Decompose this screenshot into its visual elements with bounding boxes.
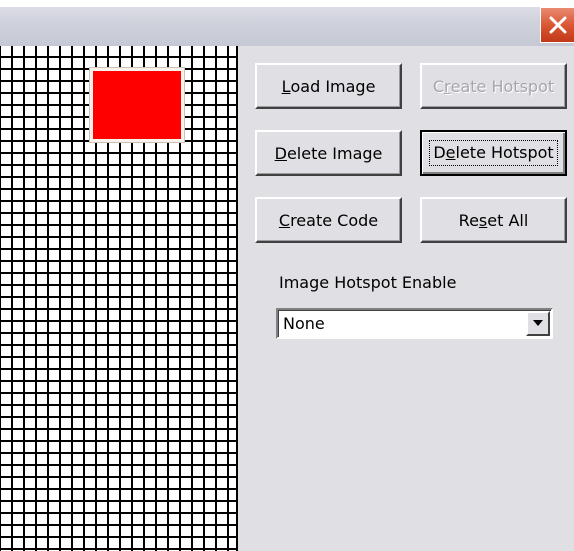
delete-hotspot-button[interactable]: Delete Hotspot [420,130,567,176]
dropdown-button[interactable] [526,311,550,336]
dialog-body: Load Image Cr eate Hotspot Delete Image D… [0,46,574,551]
button-label-post: reate Code [290,210,379,230]
button-label-post: oad Image [290,76,376,96]
close-button[interactable] [540,7,574,43]
create-hotspot-button[interactable]: Cr eate Hotspot [420,63,567,109]
button-label-accel: D [274,143,287,163]
reset-all-button[interactable]: Re s et All [420,197,567,243]
button-label-accel: C [278,210,291,230]
hotspot-enable-label: Image Hotspot Enable [279,273,457,292]
button-label-post: eate Hotspot [450,76,555,96]
button-label-accel: s [478,210,488,230]
chevron-down-icon [533,320,543,326]
hotspot-enable-select[interactable]: None [276,308,553,339]
button-label-accel: L [281,76,291,96]
grid-border [236,46,238,551]
hotspot-rectangle[interactable] [90,68,184,142]
button-label-accel: e [445,143,456,162]
button-label-post: elete Image [286,143,383,163]
button-label-post: et All [487,210,529,230]
select-value: None [283,314,325,333]
load-image-button[interactable]: Load Image [255,63,402,109]
create-code-button[interactable]: Create Code [255,197,402,243]
button-label-pre: Re [458,210,479,230]
title-bar [0,0,574,46]
close-icon [549,16,567,34]
focus-ring: Delete Hotspot [429,140,558,166]
title-bar-strip[interactable] [0,7,574,46]
button-label-pre: D [433,143,446,162]
button-label-post: lete Hotspot [455,143,554,162]
button-label-pre: C [432,76,445,96]
delete-image-button[interactable]: Delete Image [255,130,402,176]
button-label-accel: r [444,76,451,96]
